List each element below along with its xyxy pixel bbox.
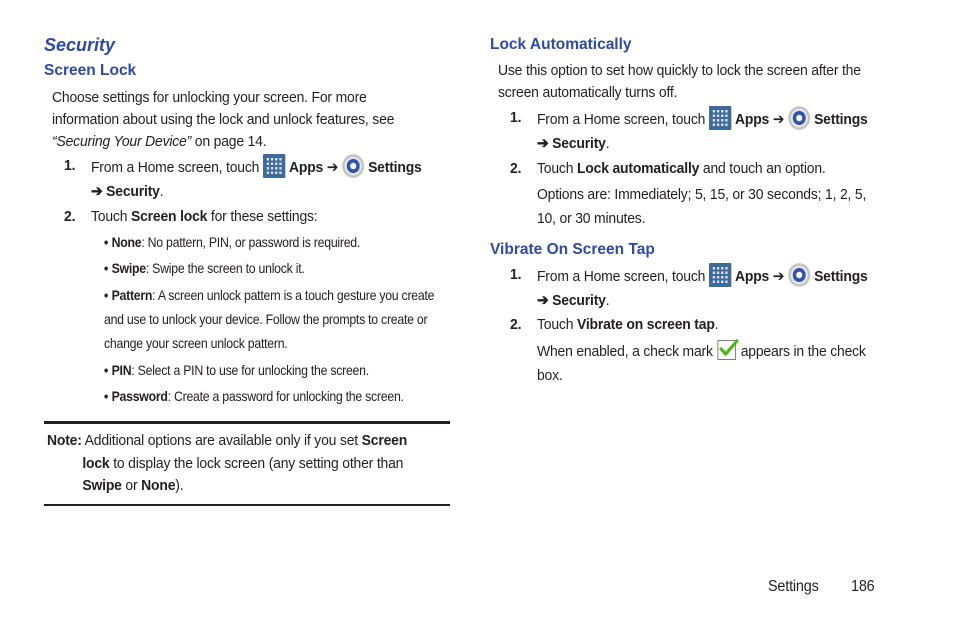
apps-label: Apps — [734, 268, 770, 285]
note-label: Note: — [47, 432, 82, 449]
section-title: Security — [44, 35, 116, 55]
screen-lock-step-2: 2. Touch Screen lock for these settings: — [64, 205, 318, 229]
note-bold: Screen — [361, 432, 408, 449]
step-text: When enabled, a check mark — [536, 343, 713, 360]
step-text: appears in the check — [740, 343, 866, 360]
note-text: or — [121, 477, 142, 494]
settings-label: Settings — [368, 159, 422, 176]
screen-lock-step-1: 1. From a Home screen, touch Apps ➔ Settin… — [64, 154, 422, 204]
step-text: box. — [536, 367, 563, 384]
bullet-pattern: • Pattern: A screen unlock pattern is a t… — [104, 283, 434, 355]
intro-line: “Securing Your Device” on page 14. — [52, 131, 394, 153]
step-text: Touch — [536, 316, 577, 333]
security-label: Security — [552, 292, 606, 309]
bullet-text: : No pattern, PIN, or password is requir… — [141, 234, 361, 250]
bullet-term: Password — [111, 388, 168, 404]
arrow-icon: ➔ — [536, 292, 549, 309]
security-label: Security — [106, 183, 160, 200]
intro-line: Use this option to set how quickly to lo… — [498, 62, 861, 79]
vibrate-label: Vibrate on screen tap — [576, 316, 715, 333]
step-text: for these settings: — [207, 208, 318, 225]
arrow-icon: ➔ — [772, 111, 785, 128]
screen-lock-heading: Screen Lock — [44, 62, 137, 79]
bullet-swipe: • Swipe: Swipe the screen to unlock it. — [104, 260, 305, 276]
apps-grid-icon — [708, 106, 732, 130]
punctuation: . — [714, 316, 719, 333]
bullet-pin: • PIN: Select a PIN to use for unlocking … — [104, 362, 369, 378]
manual-page: Security Screen Lock Choose settings for… — [0, 0, 954, 636]
screen-lock-label: Screen lock — [130, 208, 208, 225]
step-text: From a Home screen, touch — [90, 159, 260, 176]
punctuation: . — [159, 183, 164, 200]
note-text: Additional options are available only if… — [81, 432, 362, 449]
options-text: 10, or 30 minutes. — [536, 210, 646, 227]
vibrate-step-1: 1. From a Home screen, touch Apps ➔ Settin… — [510, 263, 868, 313]
bullet-text: : Swipe the screen to unlock it. — [145, 260, 305, 276]
step-number: 1. — [510, 109, 522, 126]
settings-gear-icon — [342, 154, 365, 178]
arrow-icon: ➔ — [90, 183, 103, 200]
bullet-text: change your screen unlock pattern. — [104, 335, 288, 351]
note-bold: None — [141, 477, 176, 494]
note-text: to display the lock screen (any setting … — [109, 454, 404, 472]
step-number: 2. — [510, 160, 522, 177]
intro-line: Choose settings for unlocking your scree… — [52, 89, 367, 106]
apps-grid-icon — [262, 154, 286, 178]
arrow-icon: ➔ — [326, 159, 339, 176]
lock-automatically-step-1: 1. From a Home screen, touch Apps ➔ Settin… — [510, 106, 868, 156]
bullet-password: • Password: Create a password for unlocki… — [104, 388, 404, 404]
step-number: 1. — [64, 157, 76, 174]
arrow-icon: ➔ — [536, 135, 549, 152]
bullet-text: : A screen unlock pattern is a touch ges… — [152, 287, 435, 303]
apps-label: Apps — [734, 111, 770, 128]
lock-automatically-heading: Lock Automatically — [490, 36, 632, 53]
vibrate-heading: Vibrate On Screen Tap — [490, 241, 655, 258]
step-number: 2. — [64, 208, 76, 225]
settings-gear-icon — [788, 106, 811, 130]
intro-line: screen automatically turns off. — [498, 84, 678, 101]
settings-label: Settings — [814, 268, 868, 285]
intro-tail: on page 14. — [191, 133, 267, 150]
bullet-term: Pattern — [111, 287, 153, 303]
lock-automatically-step-2: 2. Touch Lock automatically and touch an… — [510, 157, 866, 231]
note-box: Note: Additional options are available o… — [44, 421, 450, 506]
note-bold: lock — [82, 454, 110, 472]
step-text: and touch an option. — [699, 160, 826, 177]
intro-line: information about using the lock and unl… — [52, 111, 395, 128]
step-text: From a Home screen, touch — [536, 111, 706, 128]
note-text: ). — [175, 477, 184, 494]
bullet-text: : Select a PIN to use for unlocking the … — [131, 362, 369, 378]
settings-label: Settings — [814, 111, 868, 128]
step-number: 2. — [510, 316, 522, 333]
screen-lock-intro: Choose settings for unlocking your scree… — [52, 87, 394, 153]
arrow-icon: ➔ — [772, 268, 785, 285]
step-text: From a Home screen, touch — [536, 268, 706, 285]
step-text: Touch — [90, 208, 131, 225]
settings-gear-icon — [788, 263, 811, 287]
note-bold: Swipe — [82, 477, 122, 494]
bullet-text: : Create a password for unlocking the sc… — [167, 388, 404, 404]
apps-grid-icon — [708, 263, 732, 287]
securing-device-link[interactable]: “Securing Your Device” — [52, 133, 191, 150]
step-text: Touch — [536, 160, 577, 177]
lock-automatically-intro: Use this option to set how quickly to lo… — [498, 60, 861, 104]
punctuation: . — [605, 135, 610, 152]
vibrate-step-2: 2. Touch Vibrate on screen tap. When ena… — [510, 313, 866, 388]
security-label: Security — [552, 135, 606, 152]
punctuation: . — [605, 292, 610, 309]
options-text: Options are: Immediately; 5, 15, or 30 s… — [536, 186, 867, 203]
bullet-term: Swipe — [111, 260, 147, 276]
step-number: 1. — [510, 266, 522, 283]
bullet-term: None — [111, 234, 142, 250]
footer-section: Settings — [768, 578, 819, 595]
page-number: 186 — [851, 578, 875, 595]
checkbox-checked-icon — [717, 339, 739, 360]
bullet-none: • None: No pattern, PIN, or password is r… — [104, 234, 361, 250]
bullet-text: and use to unlock your device. Follow th… — [104, 311, 428, 327]
bullet-term: PIN — [111, 362, 132, 378]
lock-automatically-label: Lock automatically — [576, 160, 700, 177]
apps-label: Apps — [288, 159, 324, 176]
